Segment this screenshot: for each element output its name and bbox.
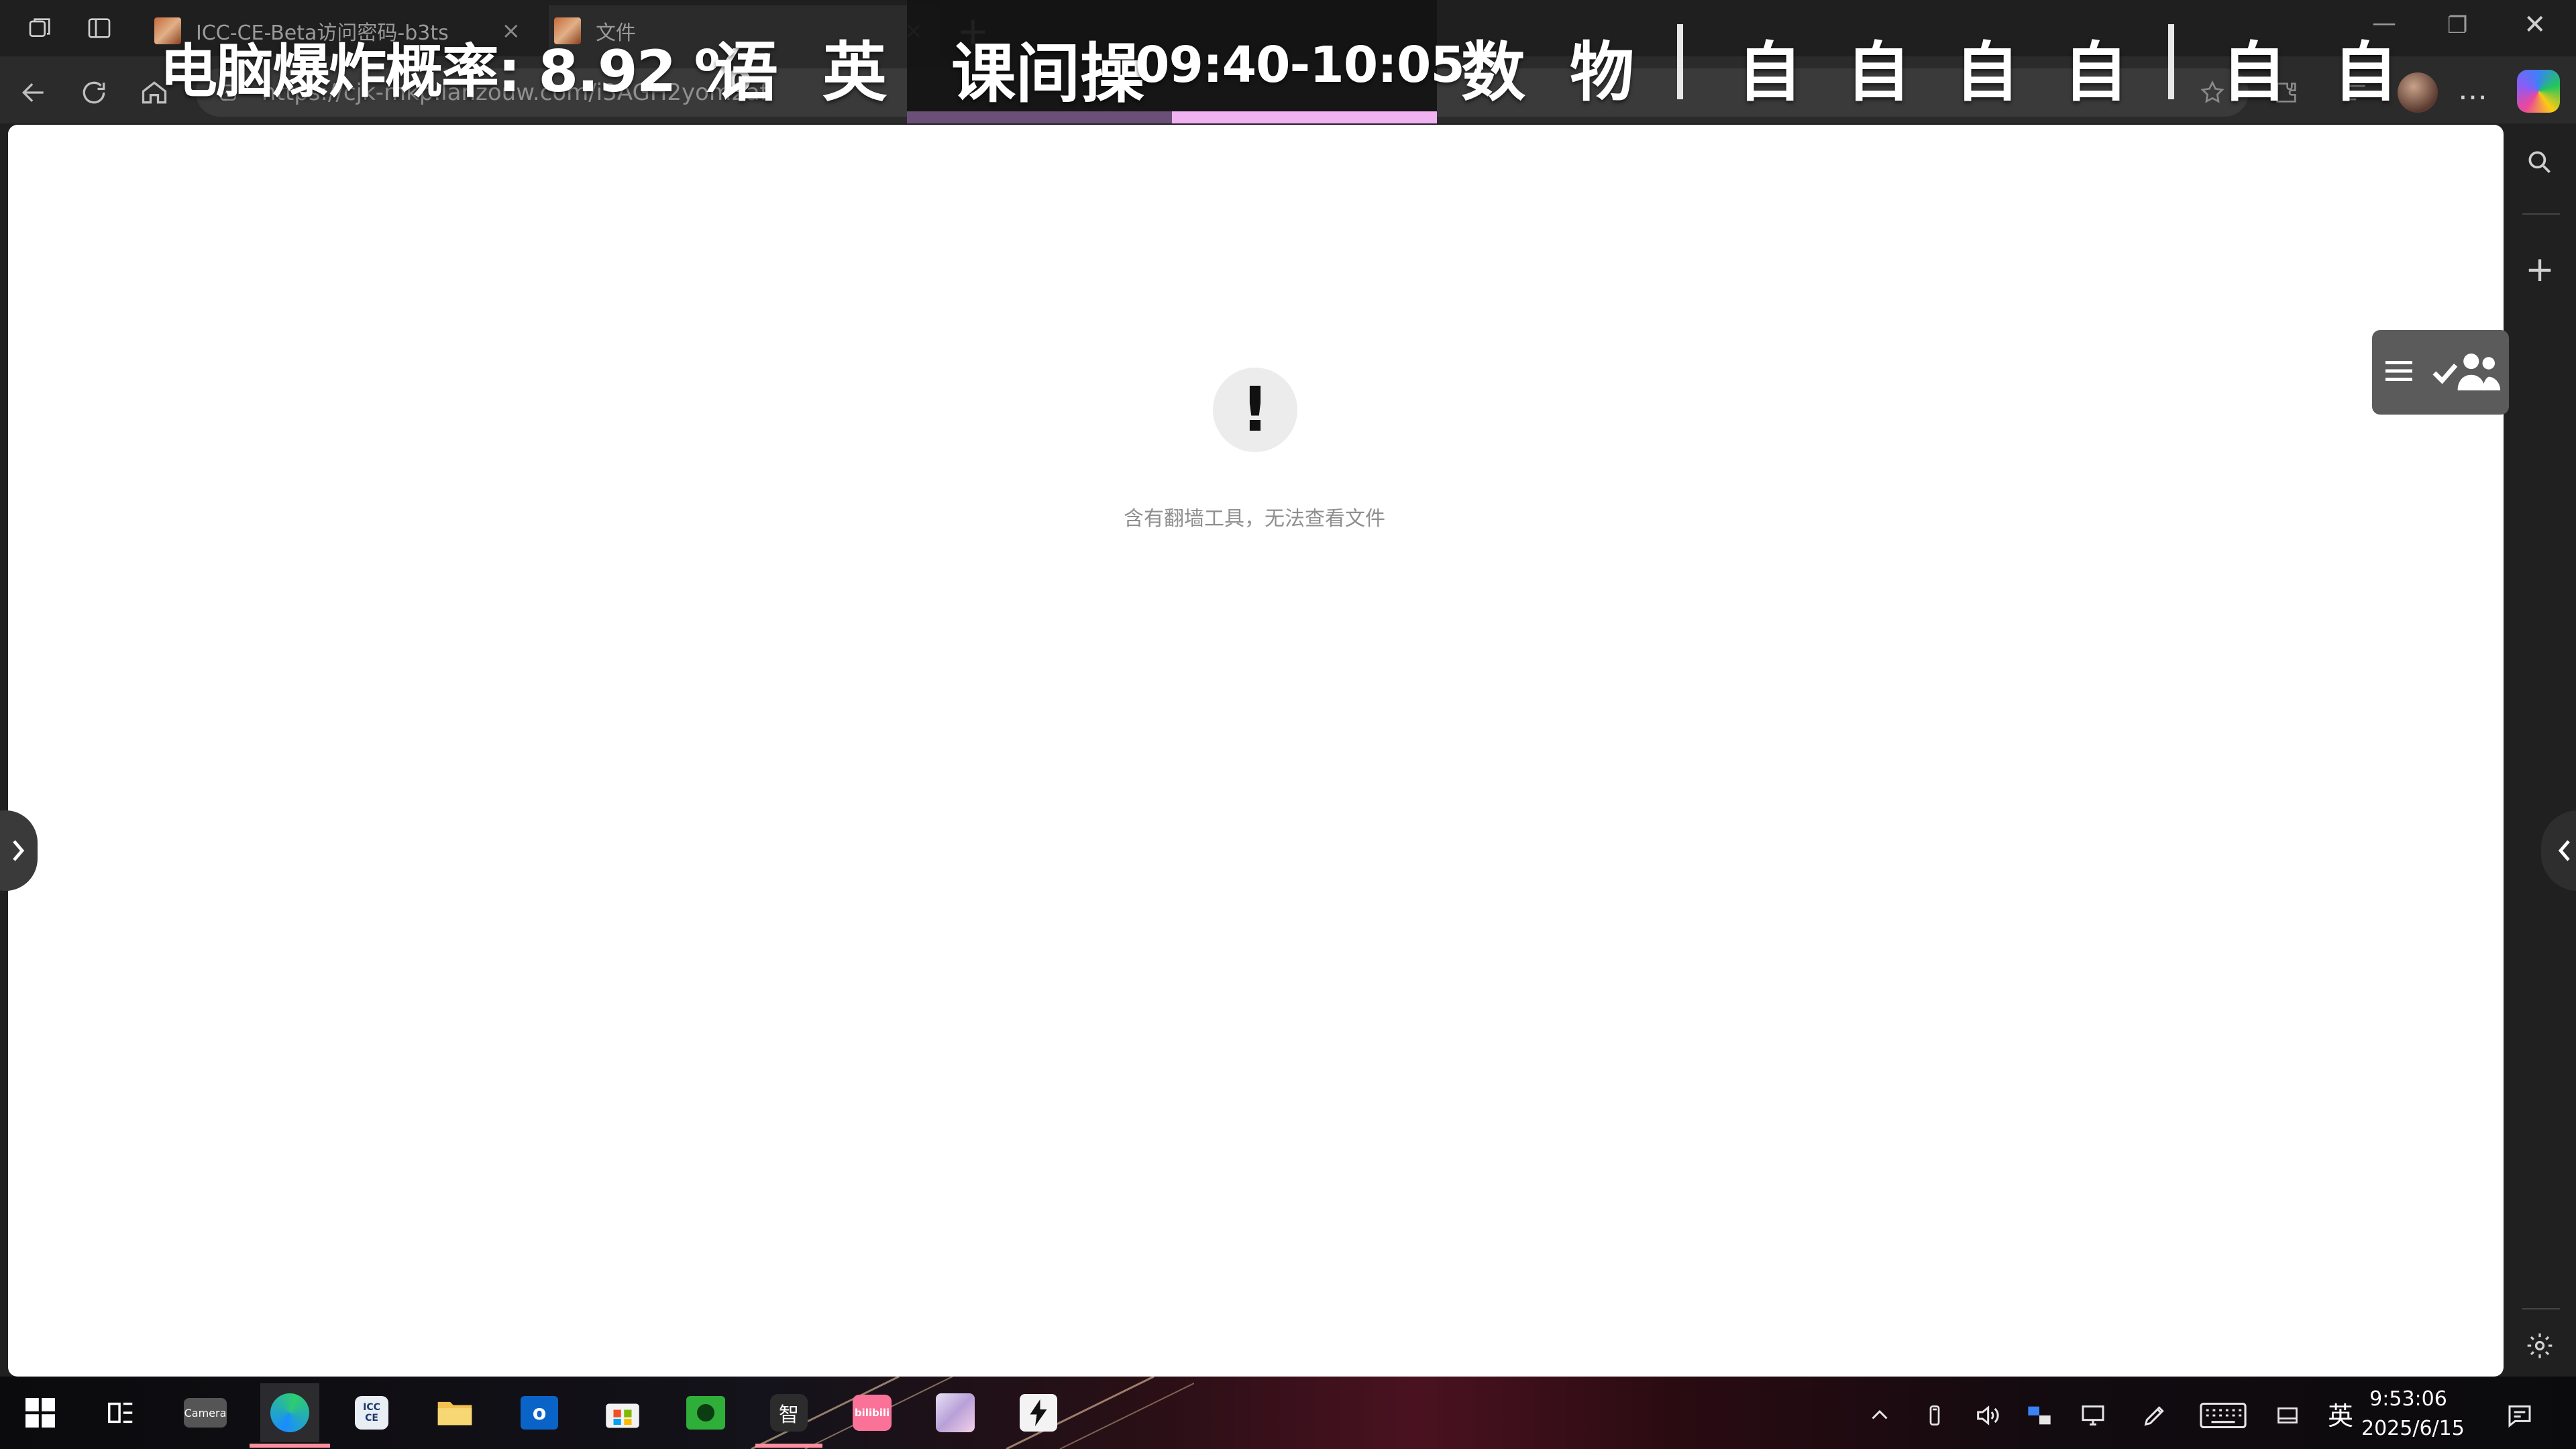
network-app-icon[interactable] bbox=[2021, 1397, 2058, 1434]
clock-time: 9:53:06 bbox=[2369, 1387, 2447, 1411]
start-button[interactable] bbox=[11, 1383, 70, 1442]
sidebar-divider bbox=[2522, 1308, 2560, 1309]
crash-probability: 电脑爆炸概率: 8.92 % bbox=[160, 38, 752, 105]
error-symbol: ! bbox=[1241, 374, 1269, 445]
taskbar-app-icc[interactable]: ICC CE bbox=[342, 1383, 401, 1442]
usb-device-icon[interactable] bbox=[1916, 1397, 1953, 1434]
input-method-indicator[interactable]: 英 bbox=[2328, 1395, 2353, 1432]
taskbar-app-edge[interactable] bbox=[260, 1383, 319, 1442]
settings-gear-icon[interactable] bbox=[2520, 1326, 2560, 1366]
notification-center-icon[interactable] bbox=[2501, 1397, 2538, 1434]
subject-chinese: 语 bbox=[714, 35, 778, 110]
pen-icon[interactable] bbox=[2136, 1397, 2174, 1434]
profile-avatar[interactable] bbox=[2398, 72, 2438, 113]
subject-english: 英 bbox=[822, 35, 887, 110]
current-subject: 课间操 bbox=[951, 36, 1144, 111]
refresh-icon[interactable] bbox=[75, 74, 113, 111]
page-content bbox=[8, 125, 2504, 1377]
error-message: 含有翻墙工具，无法查看文件 bbox=[1124, 507, 1385, 531]
edge-browser-icon bbox=[270, 1393, 309, 1432]
taskbar-app-camera[interactable]: Camera bbox=[176, 1383, 235, 1442]
copilot-icon[interactable] bbox=[2517, 70, 2560, 113]
more-icon[interactable]: … bbox=[2458, 72, 2487, 107]
chevron-up-icon[interactable] bbox=[1861, 1397, 1898, 1434]
touch-keyboard-icon[interactable] bbox=[2198, 1397, 2249, 1434]
sidebar-divider bbox=[2522, 213, 2560, 215]
edge-sidebar bbox=[2504, 123, 2576, 1377]
schedule-divider bbox=[2168, 24, 2174, 99]
outlook-icon: o bbox=[521, 1396, 558, 1430]
search-icon[interactable] bbox=[2520, 142, 2560, 182]
green-app-icon bbox=[686, 1396, 725, 1430]
workspaces-icon[interactable] bbox=[24, 12, 56, 44]
display-icon[interactable] bbox=[2074, 1397, 2112, 1434]
active-app-indicator bbox=[250, 1444, 330, 1448]
menu-icon[interactable] bbox=[2379, 351, 2419, 394]
subject-self-study: 自 bbox=[1737, 35, 1802, 110]
subject-self-study: 自 bbox=[1846, 35, 1911, 110]
folder-icon bbox=[437, 1401, 472, 1426]
active-app-indicator bbox=[755, 1444, 822, 1448]
back-icon[interactable] bbox=[15, 74, 52, 111]
subject-self-study: 自 bbox=[1955, 35, 2019, 110]
store-icon bbox=[606, 1403, 639, 1428]
roll-call-icon[interactable] bbox=[2432, 347, 2502, 397]
taskbar-app-anime[interactable] bbox=[926, 1383, 985, 1442]
clock-date: 2025/6/15 bbox=[2361, 1417, 2465, 1440]
taskbar-app-zhi[interactable]: 智 bbox=[759, 1383, 818, 1442]
taskbar-app-zap[interactable] bbox=[1009, 1383, 1068, 1442]
volume-icon[interactable] bbox=[1968, 1397, 2006, 1434]
subject-self-study: 自 bbox=[2333, 35, 2398, 110]
subject-math: 数 bbox=[1461, 35, 1525, 110]
close-window-icon[interactable]: ✕ bbox=[2524, 9, 2546, 40]
camera-app-icon: Camera bbox=[184, 1398, 227, 1428]
subject-physics: 物 bbox=[1570, 35, 1634, 110]
floating-tool-panel[interactable] bbox=[2372, 330, 2509, 415]
restore-icon[interactable]: ❐ bbox=[2447, 12, 2467, 39]
lightning-icon bbox=[1020, 1394, 1057, 1432]
task-view-icon[interactable] bbox=[91, 1383, 150, 1442]
subject-self-study: 自 bbox=[2063, 35, 2128, 110]
schedule-divider bbox=[1677, 24, 1683, 99]
current-time-range: 09:40-10:05 bbox=[1135, 36, 1465, 94]
error-icon: ! bbox=[1213, 368, 1297, 452]
system-clock[interactable]: 9:53:06 2025/6/15 bbox=[2361, 1385, 2465, 1444]
subject-self-study: 自 bbox=[2222, 35, 2286, 110]
bilibili-icon: bilibili bbox=[853, 1395, 892, 1431]
add-icon[interactable]: + bbox=[2520, 250, 2560, 290]
taskbar-app-store[interactable] bbox=[593, 1383, 652, 1442]
zhi-app-icon: 智 bbox=[770, 1394, 808, 1432]
tablet-mode-icon[interactable] bbox=[2269, 1397, 2306, 1434]
class-progress-fill bbox=[1172, 111, 1437, 123]
anime-app-icon bbox=[936, 1393, 975, 1432]
vertical-tabs-icon[interactable] bbox=[83, 12, 115, 44]
icc-app-icon: ICC CE bbox=[355, 1396, 388, 1430]
taskbar-app-green[interactable] bbox=[676, 1383, 735, 1442]
taskbar-app-explorer[interactable] bbox=[425, 1383, 484, 1442]
taskbar-app-bilibili[interactable]: bilibili bbox=[843, 1383, 902, 1442]
taskbar-app-outlook[interactable]: o bbox=[510, 1383, 569, 1442]
